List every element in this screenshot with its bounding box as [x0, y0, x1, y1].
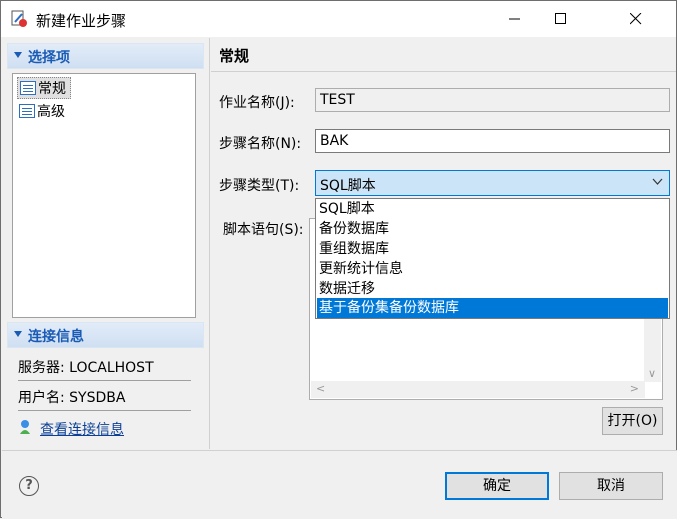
script-label: 脚本语句(S): — [223, 222, 304, 238]
job-name-field[interactable]: TEST — [315, 88, 670, 112]
close-icon — [630, 13, 642, 25]
tree-item-label: 高级 — [37, 104, 65, 120]
collapse-triangle-icon — [14, 52, 22, 58]
step-type-value: SQL脚本 — [320, 178, 376, 194]
list-icon — [19, 104, 35, 118]
step-name-label: 步骤名称(N): — [219, 136, 302, 152]
options-section-header[interactable]: 选择项 — [7, 43, 204, 69]
connection-info-icon — [20, 420, 30, 434]
dropdown-option[interactable]: SQL脚本 — [317, 199, 668, 219]
user-info: 用户名: SYSDBA — [18, 390, 126, 406]
scroll-left-icon[interactable]: < — [316, 382, 325, 395]
minimize-button[interactable] — [492, 1, 538, 37]
step-type-label: 步骤类型(T): — [219, 178, 300, 194]
section-header: 常规 — [211, 38, 676, 72]
dropdown-option[interactable]: 数据迁移 — [317, 279, 668, 299]
server-info: 服务器: LOCALHOST — [18, 360, 154, 376]
close-button[interactable] — [584, 1, 676, 37]
left-panel: 选择项 常规 高级 连接信息 服务器: LOCALHOST 用户名: SYSDB… — [2, 38, 210, 449]
scroll-down-icon[interactable]: ∨ — [648, 367, 656, 380]
connection-header-label: 连接信息 — [28, 329, 84, 345]
collapse-triangle-icon — [14, 331, 22, 337]
right-panel: 常规 作业名称(J): TEST 步骤名称(N): BAK 步骤类型(T): S… — [211, 38, 676, 449]
step-type-dropdown: SQL脚本 备份数据库 重组数据库 更新统计信息 数据迁移 基于备份集备份数据库 — [315, 198, 670, 319]
dropdown-option[interactable]: 重组数据库 — [317, 239, 668, 259]
app-icon — [11, 10, 27, 27]
window-title: 新建作业步骤 — [36, 12, 127, 30]
connection-section-header[interactable]: 连接信息 — [7, 322, 204, 348]
help-icon[interactable]: ? — [19, 476, 39, 496]
options-tree: 常规 高级 — [12, 73, 196, 318]
divider — [18, 380, 191, 381]
tree-item-general[interactable]: 常规 — [17, 77, 71, 99]
section-title: 常规 — [219, 47, 250, 65]
chevron-down-icon — [652, 178, 663, 185]
tree-item-label: 常规 — [38, 81, 66, 97]
maximize-icon — [555, 13, 566, 24]
dropdown-option[interactable]: 备份数据库 — [317, 219, 668, 239]
view-connection-link[interactable]: 查看连接信息 — [40, 419, 124, 439]
step-name-field[interactable]: BAK — [315, 129, 670, 153]
dropdown-option[interactable]: 更新统计信息 — [317, 259, 668, 279]
cancel-button[interactable]: 取消 — [559, 472, 663, 500]
dropdown-option-highlighted[interactable]: 基于备份集备份数据库 — [317, 298, 668, 318]
options-header-label: 选择项 — [28, 50, 70, 66]
divider — [18, 410, 191, 411]
step-type-select[interactable]: SQL脚本 — [315, 170, 670, 196]
scroll-right-icon[interactable]: > — [630, 382, 639, 395]
maximize-button[interactable] — [538, 1, 584, 37]
job-name-label: 作业名称(J): — [219, 95, 295, 111]
dialog-window: 新建作业步骤 选择项 常规 高级 连接信息 服务器: LOCALHOST 用户名… — [0, 0, 677, 519]
footer-bar: ? 确定 取消 — [2, 450, 677, 519]
ok-button[interactable]: 确定 — [445, 472, 549, 500]
title-bar[interactable]: 新建作业步骤 — [1, 1, 676, 37]
minimize-icon — [509, 18, 520, 20]
open-button[interactable]: 打开(O) — [602, 407, 663, 435]
horizontal-scrollbar[interactable]: < > — [311, 381, 645, 398]
tree-item-advanced[interactable]: 高级 — [17, 101, 69, 121]
list-icon — [20, 81, 36, 95]
